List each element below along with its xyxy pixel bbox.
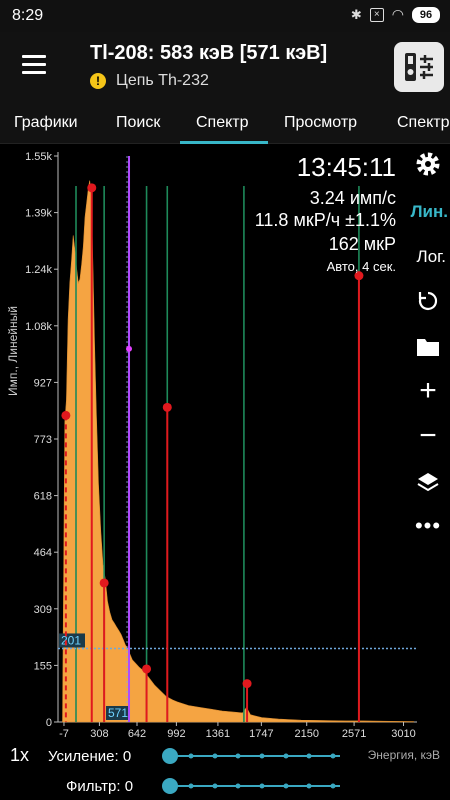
tab-spectrum-2[interactable]: Спектр [397,114,450,132]
zoom-out-icon[interactable]: − [414,419,442,452]
linear-toggle[interactable]: Лин. [411,202,448,222]
tune-button[interactable] [394,42,444,92]
count-rate: 3.24 имп/с [309,188,396,208]
status-time: 8:29 [12,7,44,24]
peak-marker-dot [99,578,109,588]
peak-marker-dot [87,183,97,193]
status-icons: ✱ × ◠ 96 [351,6,440,23]
y-tick-label: 1.39k [25,208,52,220]
battery-icon: 96 [412,6,440,23]
peak-marker-dot [162,402,172,412]
auto-mode: Авто, 4 сек. [326,259,396,274]
x-tick-label: 642 [128,728,146,740]
x-tick-label: 2571 [342,728,366,740]
subtitle-text: Цепь Th-232 [116,72,209,89]
y-tick-label: 1.55k [25,151,52,163]
y-tick-label: 309 [34,604,52,616]
tab-search[interactable]: Поиск [116,114,160,132]
y-tick-label: 155 [34,660,52,672]
bottom-controls: 1x Усиление: 0 Фильтр: 0 Энергия, кэВ [0,740,450,800]
page-title: Tl-208: 583 кэВ [571 кэВ] [90,42,328,64]
x-tick-label: 1747 [249,728,273,740]
x-tick-label: 3010 [391,728,415,740]
y-axis-label: Имп., Линейный [6,306,20,396]
dose-rate: 11.8 мкР/ч ±1.1% [254,210,396,230]
warning-icon: ! [90,73,106,89]
cursor-label: 571 [108,706,128,720]
sliders[interactable] [0,740,450,800]
bluetooth-icon: ✱ [350,6,362,22]
subtitle: ! Цепь Th-232 [90,72,209,90]
y-tick-label: 1.08k [25,321,52,333]
x-tick-label: 992 [167,728,185,740]
folder-icon[interactable] [414,333,442,361]
x-tick-label: 308 [90,728,108,740]
cursor-marker-dot [126,345,133,352]
more-icon[interactable]: ••• [414,512,442,540]
tab-spectrum[interactable]: Спектр [196,114,249,132]
gain-slider[interactable] [162,748,340,764]
gain-slider-thumb [162,748,178,764]
sim-icon: × [369,7,384,22]
y-tick-label: 464 [34,547,52,559]
tab-graphs[interactable]: Графики [14,114,78,132]
status-bar: 8:29 ✱ × ◠ 96 [0,0,450,32]
total-dose: 162 мкР [328,234,396,254]
reset-icon[interactable] [414,287,442,315]
peak-marker-dot [142,664,152,674]
peak-marker-dot [242,679,252,689]
tab-bar: Графики Поиск Спектр Просмотр Спектр [0,102,450,144]
filter-slider[interactable] [162,778,340,794]
wifi-icon: ◠ [391,6,404,22]
peak-marker-dot [61,410,71,420]
settings-icon[interactable] [414,150,442,178]
app-bar: Tl-208: 583 кэВ [571 кэВ] ! Цепь Th-232 [0,32,450,102]
y-tick-label: 927 [34,377,52,389]
filter-slider-thumb [162,778,178,794]
x-tick-label: 1361 [206,728,230,740]
tab-view[interactable]: Просмотр [284,114,357,132]
elapsed-time: 13:45:11 [296,152,396,182]
y-tick-label: 0 [46,717,52,729]
y-tick-label: 618 [34,491,52,503]
menu-icon[interactable] [22,55,46,75]
tune-icon [405,53,433,81]
y-tick-label: 773 [34,434,52,446]
x-tick-label: 2150 [294,728,318,740]
layers-icon[interactable] [414,469,442,497]
x-tick-label: -7 [59,728,69,740]
log-toggle[interactable]: Лог. [417,247,446,267]
y-tick-label: 1.24k [25,264,52,276]
zoom-in-icon[interactable]: + [414,374,442,407]
threshold-label: 201 [61,633,81,647]
spectrum-plot[interactable]: Имп., Линейный 1.55k 1.39k 1.24k 1.08k 927 77… [0,144,450,740]
